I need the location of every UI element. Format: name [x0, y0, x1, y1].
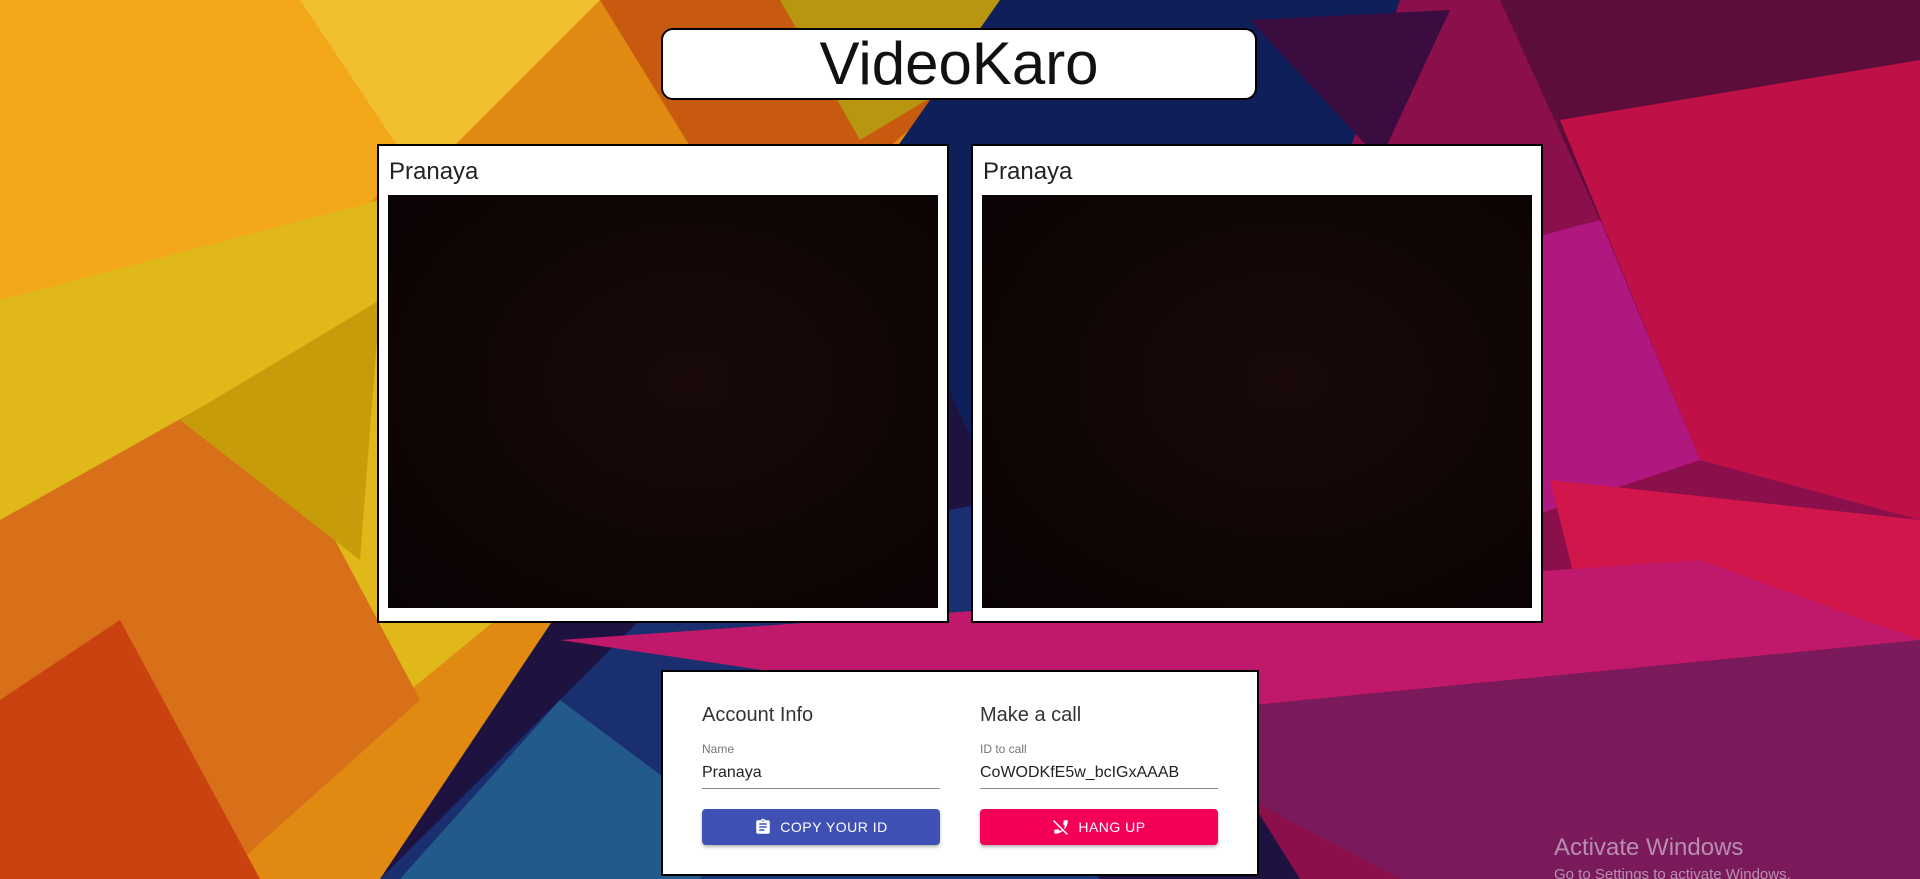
account-info-heading: Account Info: [702, 704, 814, 726]
video-stream-remote: [982, 195, 1532, 608]
watermark-subtitle: Go to Settings to activate Windows.: [1554, 866, 1791, 879]
video-card-remote: Pranaya: [971, 144, 1543, 623]
app-title: VideoKaro: [819, 30, 1099, 97]
phone-disabled-icon: [1053, 820, 1069, 835]
copy-id-button[interactable]: COPY YOUR ID: [702, 809, 940, 845]
call-options-panel: Account Info Name COPY YOUR ID Make a ca…: [661, 670, 1259, 876]
hang-up-button[interactable]: HANG UP: [980, 809, 1218, 845]
app-title-box: VideoKaro: [661, 28, 1257, 100]
video-card-local: Pranaya: [377, 144, 949, 623]
copy-id-button-label: COPY YOUR ID: [780, 819, 888, 835]
video-caller-name: Pranaya: [389, 158, 479, 185]
hang-up-button-label: HANG UP: [1078, 819, 1146, 835]
clipboard-icon: [756, 818, 771, 834]
app-root: VideoKaro Pranaya Pranaya Account Info N…: [0, 0, 1920, 879]
id-to-call-label: ID to call: [980, 742, 1027, 756]
make-call-section: Make a call ID to call HANG UP: [980, 704, 1218, 845]
id-to-call-input[interactable]: [980, 758, 1218, 789]
video-caller-name: Pranaya: [983, 158, 1073, 185]
make-call-heading: Make a call: [980, 704, 1082, 726]
account-info-section: Account Info Name COPY YOUR ID: [702, 704, 940, 845]
windows-activation-watermark: Activate Windows Go to Settings to activ…: [1554, 834, 1791, 879]
video-stream-local: [388, 195, 938, 608]
name-label: Name: [702, 742, 735, 756]
watermark-title: Activate Windows: [1554, 834, 1744, 861]
name-input[interactable]: [702, 758, 940, 789]
